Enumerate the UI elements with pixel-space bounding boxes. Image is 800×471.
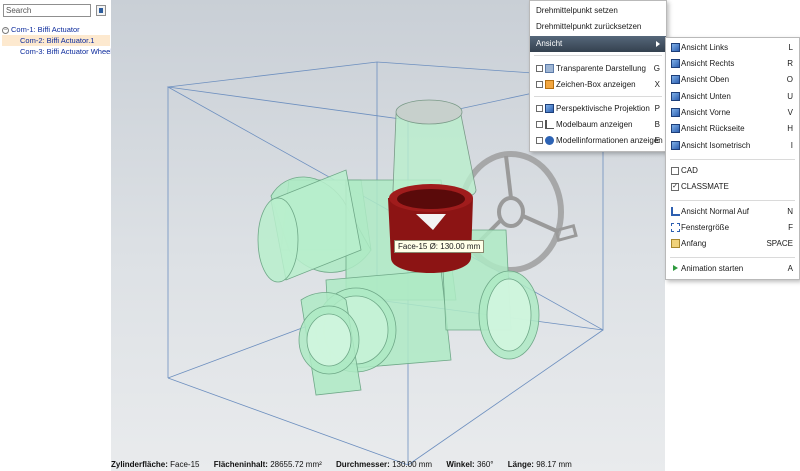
menu-item-model-info[interactable]: Modellinformationen anzeigen E xyxy=(530,133,666,149)
box-icon xyxy=(545,80,554,89)
status-length-value: 98.17 mm xyxy=(536,460,572,469)
view-right-icon xyxy=(671,59,680,68)
view-front[interactable]: Ansicht Vorne V xyxy=(666,105,799,121)
perspective-checkbox[interactable] xyxy=(536,105,543,112)
view-window-size[interactable]: Fenstergröße F xyxy=(666,220,799,236)
model-info-checkbox[interactable] xyxy=(536,137,543,144)
menu-item-perspective[interactable]: Perspektivische Projektion P xyxy=(530,101,666,117)
tree-item-com-1[interactable]: − Com-1: Biffi Actuator xyxy=(2,24,110,35)
view-animation[interactable]: Animation starten A xyxy=(666,261,799,277)
status-diameter-label: Durchmesser: xyxy=(336,460,390,469)
tree-item-label: Com-2: Biffi Actuator.1 xyxy=(20,36,95,45)
menu-separator xyxy=(670,200,795,201)
view-back-icon xyxy=(671,124,680,133)
menu-separator xyxy=(670,159,795,160)
model-tree: − Com-1: Biffi Actuator Com-2: Biffi Actu… xyxy=(2,24,118,57)
search-input[interactable] xyxy=(3,4,91,17)
tree-icon xyxy=(545,120,554,129)
status-length-label: Länge: xyxy=(507,460,534,469)
tree-item-label: Com-1: Biffi Actuator xyxy=(11,25,80,34)
menu-item-view[interactable]: Ansicht xyxy=(530,36,666,52)
transparency-icon xyxy=(545,64,554,73)
status-diameter-value: 130.00 mm xyxy=(392,460,433,469)
perspective-icon xyxy=(545,104,554,113)
transparent-checkbox[interactable] xyxy=(536,65,543,72)
view-isometric-icon xyxy=(671,141,680,150)
view-home[interactable]: Anfang SPACE xyxy=(666,236,799,252)
submenu-arrow-icon xyxy=(656,41,660,47)
view-top-icon xyxy=(671,75,680,84)
view-top[interactable]: Ansicht Oben O xyxy=(666,72,799,88)
status-angle-value: 360° xyxy=(476,460,494,469)
view-cad[interactable]: CAD xyxy=(666,163,799,179)
menu-item-drawing-box[interactable]: Zeichen-Box anzeigen X xyxy=(530,77,666,93)
menu-separator xyxy=(534,96,662,97)
view-front-icon xyxy=(671,108,680,117)
classmate-checkbox[interactable]: ✓ xyxy=(671,183,679,191)
view-right[interactable]: Ansicht Rechts R xyxy=(666,56,799,72)
menu-item-reset-pivot[interactable]: Drehmittelpunkt zurücksetzen xyxy=(530,19,666,35)
menu-separator xyxy=(670,257,795,258)
context-menu: Drehmittelpunkt setzen Drehmittelpunkt z… xyxy=(529,0,667,152)
fit-window-icon xyxy=(671,223,680,232)
menu-item-transparent[interactable]: Transparente Darstellung G xyxy=(530,61,666,77)
measurement-tooltip: Face-15 Ø: 130.00 mm xyxy=(394,240,485,253)
collapse-icon[interactable]: − xyxy=(2,26,9,34)
cad-checkbox[interactable] xyxy=(671,167,679,175)
play-icon xyxy=(671,264,680,273)
view-isometric[interactable]: Ansicht Isometrisch I xyxy=(666,138,799,154)
view-left[interactable]: Ansicht Links L xyxy=(666,40,799,56)
view-submenu: Ansicht Links L Ansicht Rechts R Ansicht O… xyxy=(665,37,800,280)
tree-item-label: Com-3: Biffi Actuator Wheel.1 xyxy=(20,47,119,56)
highlighted-face-15[interactable] xyxy=(388,184,473,273)
status-area-value: 28655.72 mm² xyxy=(270,460,322,469)
menu-item-model-tree[interactable]: Modelbaum anzeigen B xyxy=(530,117,666,133)
tree-item-com-2[interactable]: Com-2: Biffi Actuator.1 xyxy=(2,35,110,46)
view-bottom[interactable]: Ansicht Unten U xyxy=(666,89,799,105)
model-tree-panel: −Com-1: Biffi Actuator Com-2: Biffi Actu… xyxy=(0,0,118,471)
status-area-label: Flächeninhalt: xyxy=(213,460,268,469)
tree-item-com-3[interactable]: Com-3: Biffi Actuator Wheel.1 xyxy=(2,46,118,57)
home-icon xyxy=(671,239,680,248)
view-back[interactable]: Ansicht Rückseite H xyxy=(666,121,799,137)
filter-button[interactable] xyxy=(96,5,106,16)
status-type-value: Face-15 xyxy=(170,460,200,469)
status-bar: Zylinderfläche: Face-15 Flächeninhalt: 2… xyxy=(111,458,665,471)
normal-axis-icon xyxy=(671,207,680,216)
view-classmate[interactable]: ✓ CLASSMATE xyxy=(666,179,799,195)
model-tree-checkbox[interactable] xyxy=(536,121,543,128)
view-left-icon xyxy=(671,43,680,52)
status-angle-label: Winkel: xyxy=(446,460,475,469)
menu-item-set-pivot[interactable]: Drehmittelpunkt setzen xyxy=(530,3,666,19)
view-normal[interactable]: Ansicht Normal Auf N xyxy=(666,204,799,220)
status-type-label: Zylinderfläche: xyxy=(111,460,168,469)
view-bottom-icon xyxy=(671,92,680,101)
menu-separator xyxy=(534,55,662,56)
info-icon xyxy=(545,136,554,145)
drawing-box-checkbox[interactable] xyxy=(536,81,543,88)
